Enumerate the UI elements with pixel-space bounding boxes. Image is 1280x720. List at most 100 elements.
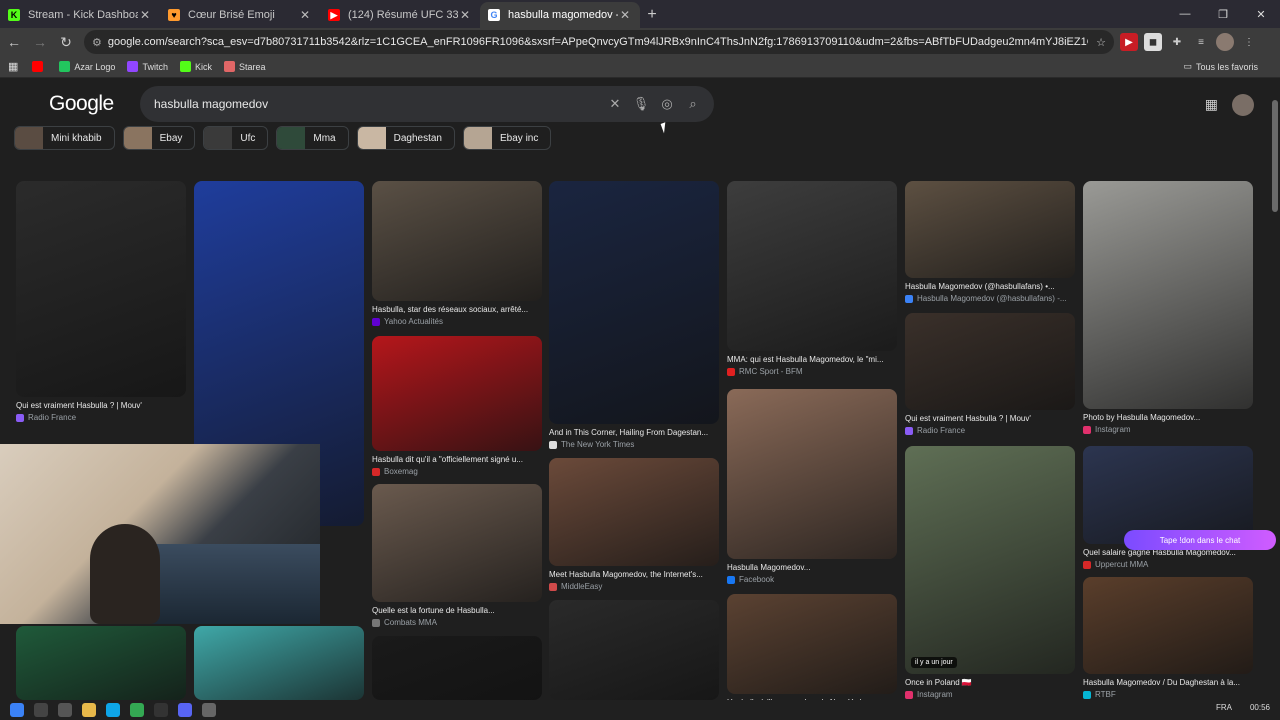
image-result[interactable]: Hasbulla dit qu'il a "officiellement sig… xyxy=(372,336,542,476)
result-thumbnail[interactable] xyxy=(372,636,542,700)
result-caption[interactable]: Hasbulla Magomedov / Du Daghestan à la..… xyxy=(1083,678,1253,687)
image-result[interactable]: Hasbulla à l'honneur dans le New York... xyxy=(727,594,897,707)
result-source[interactable]: Yahoo Actualités xyxy=(372,317,542,326)
result-source[interactable]: Facebook xyxy=(727,575,897,584)
result-caption[interactable]: Hasbulla dit qu'il a "officiellement sig… xyxy=(372,455,542,464)
apps-grid-icon[interactable]: ▦ xyxy=(8,60,18,73)
profile-avatar[interactable] xyxy=(1216,33,1234,51)
result-source[interactable]: Radio France xyxy=(16,413,186,422)
discord-icon[interactable] xyxy=(178,703,192,717)
image-result[interactable]: Hasbulla, star des réseaux sociaux, arrê… xyxy=(372,181,542,326)
search-icon[interactable] xyxy=(34,703,48,717)
result-thumbnail[interactable] xyxy=(372,484,542,602)
image-result[interactable]: MMA: qui est Hasbulla Magomedov, le "mi.… xyxy=(727,181,897,376)
result-thumbnail[interactable] xyxy=(16,181,186,397)
reload-icon[interactable]: ↻ xyxy=(54,30,78,54)
extension-icon[interactable]: ▶ xyxy=(1120,33,1138,51)
all-bookmarks[interactable]: ▭ Tous les favoris xyxy=(1183,61,1258,72)
close-window-icon[interactable]: ✕ xyxy=(1242,0,1280,28)
result-thumbnail[interactable] xyxy=(1083,181,1253,409)
result-caption[interactable]: Quelle est la fortune de Hasbulla... xyxy=(372,606,542,615)
result-caption[interactable]: Hasbulla Magomedov (@hasbullafans) •... xyxy=(905,282,1075,291)
result-source[interactable]: MiddleEasy xyxy=(549,582,719,591)
result-thumbnail[interactable] xyxy=(372,181,542,301)
bookmark-twitch[interactable]: Twitch xyxy=(127,61,168,72)
image-result[interactable]: Meet Hasbulla Magomedov, the Internet's.… xyxy=(549,458,719,591)
result-thumbnail[interactable] xyxy=(194,626,364,700)
result-thumbnail[interactable]: il y a un jour xyxy=(905,446,1075,674)
image-result[interactable] xyxy=(372,636,542,700)
result-source[interactable]: Instagram xyxy=(1083,425,1253,434)
avatar[interactable] xyxy=(1232,94,1254,116)
result-source[interactable]: RMC Sport - BFM xyxy=(727,367,897,376)
image-result[interactable]: Hasbulla Magomedov... Facebook xyxy=(727,389,897,584)
result-thumbnail[interactable] xyxy=(372,336,542,451)
site-info-icon[interactable]: ⚙ xyxy=(92,36,102,49)
chip-mini-khabib[interactable]: Mini khabib xyxy=(14,126,115,150)
close-icon[interactable]: ✕ xyxy=(458,8,472,22)
tab-google-search[interactable]: G hasbulla magomedov - Recherc ✕ xyxy=(480,2,640,28)
result-source[interactable]: Radio France xyxy=(905,426,1075,435)
result-thumbnail[interactable] xyxy=(549,600,719,700)
image-result[interactable]: Hasbulla Magomedov / Du Daghestan à la..… xyxy=(1083,577,1253,699)
result-caption[interactable]: Photo by Hasbulla Magomedov... xyxy=(1083,413,1253,422)
chrome-icon[interactable] xyxy=(130,703,144,717)
tab-youtube-ufc[interactable]: ▶ (124) Résumé UFC 330 : Makha ✕ xyxy=(320,2,480,28)
search-input[interactable]: hasbulla magomedov xyxy=(154,97,602,111)
close-icon[interactable]: ✕ xyxy=(618,8,632,22)
image-result[interactable]: Quel salaire gagne Hasbulla Magomedov...… xyxy=(1083,446,1253,569)
result-caption[interactable]: And in This Corner, Hailing From Dagesta… xyxy=(549,428,719,437)
result-caption[interactable]: MMA: qui est Hasbulla Magomedov, le "mi.… xyxy=(727,355,897,364)
result-thumbnail[interactable] xyxy=(727,594,897,694)
bookmark-kick[interactable]: Kick xyxy=(179,61,212,72)
bookmark-starea[interactable]: Starea xyxy=(223,61,266,72)
result-caption[interactable]: Hasbulla Magomedov... xyxy=(727,563,897,572)
image-result[interactable]: Hasbulla Magomedov (@hasbullafans) •... H… xyxy=(905,181,1075,303)
result-caption[interactable]: Qui est vraiment Hasbulla ? | Mouv' xyxy=(905,414,1075,423)
result-thumbnail[interactable] xyxy=(727,181,897,351)
bookmark-star-icon[interactable]: ☆ xyxy=(1096,36,1106,49)
minimize-icon[interactable]: — xyxy=(1166,0,1204,28)
address-bar[interactable]: ⚙ google.com/search?sca_esv=d7b80731711b… xyxy=(84,30,1114,54)
chip-daghestan[interactable]: Daghestan xyxy=(356,126,455,150)
extension-icon[interactable]: ◼ xyxy=(1144,33,1162,51)
result-caption[interactable]: Hasbulla, star des réseaux sociaux, arrê… xyxy=(372,305,542,314)
clear-icon[interactable]: ✕ xyxy=(602,91,628,117)
result-thumbnail[interactable] xyxy=(905,181,1075,278)
bookmark-azar-logo[interactable]: Azar Logo xyxy=(59,61,115,72)
image-result[interactable]: Qui est vraiment Hasbulla ? | Mouv' Radio… xyxy=(905,313,1075,435)
restore-icon[interactable]: ❐ xyxy=(1204,0,1242,28)
image-result[interactable]: il y a un jour Once in Poland 🇵🇱 Instagram xyxy=(905,446,1075,699)
image-result[interactable]: Qui est vraiment Hasbulla ? | Mouv' Radio… xyxy=(16,181,186,422)
result-thumbnail[interactable] xyxy=(905,313,1075,410)
bookmark-youtube[interactable] xyxy=(32,61,47,72)
image-result[interactable] xyxy=(549,600,719,700)
result-source[interactable]: Instagram xyxy=(905,690,1075,699)
chip-ufc[interactable]: Ufc xyxy=(203,126,269,150)
result-caption[interactable]: Meet Hasbulla Magomedov, the Internet's.… xyxy=(549,570,719,579)
tab-kick-dashboard[interactable]: K Stream - Kick Dashboard ✕ xyxy=(0,2,160,28)
result-thumbnail[interactable] xyxy=(549,458,719,566)
result-thumbnail[interactable] xyxy=(16,626,186,700)
google-logo[interactable]: Google xyxy=(49,92,114,116)
windows-start-icon[interactable] xyxy=(10,703,24,717)
close-icon[interactable]: ✕ xyxy=(138,8,152,22)
obs-icon[interactable] xyxy=(154,703,168,717)
image-result[interactable] xyxy=(16,626,186,700)
result-source[interactable]: Combats MMA xyxy=(372,618,542,627)
settings-icon[interactable] xyxy=(202,703,216,717)
language-indicator[interactable]: FRA xyxy=(1216,703,1232,712)
image-result[interactable]: Photo by Hasbulla Magomedov... Instagram xyxy=(1083,181,1253,434)
result-caption[interactable]: Once in Poland 🇵🇱 xyxy=(905,678,1075,687)
image-result[interactable]: Quelle est la fortune de Hasbulla... Comb… xyxy=(372,484,542,627)
google-apps-icon[interactable]: ▦ xyxy=(1205,96,1218,113)
search-box[interactable]: hasbulla magomedov ✕ 🎙 ◎ ⌕ xyxy=(140,86,714,122)
puzzle-icon[interactable]: ✚ xyxy=(1168,33,1186,51)
lens-icon[interactable]: ◎ xyxy=(654,91,680,117)
result-thumbnail[interactable] xyxy=(727,389,897,559)
microphone-icon[interactable]: 🎙 xyxy=(628,91,654,117)
forward-icon[interactable]: → xyxy=(28,30,52,54)
result-source[interactable]: The New York Times xyxy=(549,440,719,449)
back-icon[interactable]: ← xyxy=(2,30,26,54)
chip-ebay-inc[interactable]: Ebay inc xyxy=(463,126,552,150)
